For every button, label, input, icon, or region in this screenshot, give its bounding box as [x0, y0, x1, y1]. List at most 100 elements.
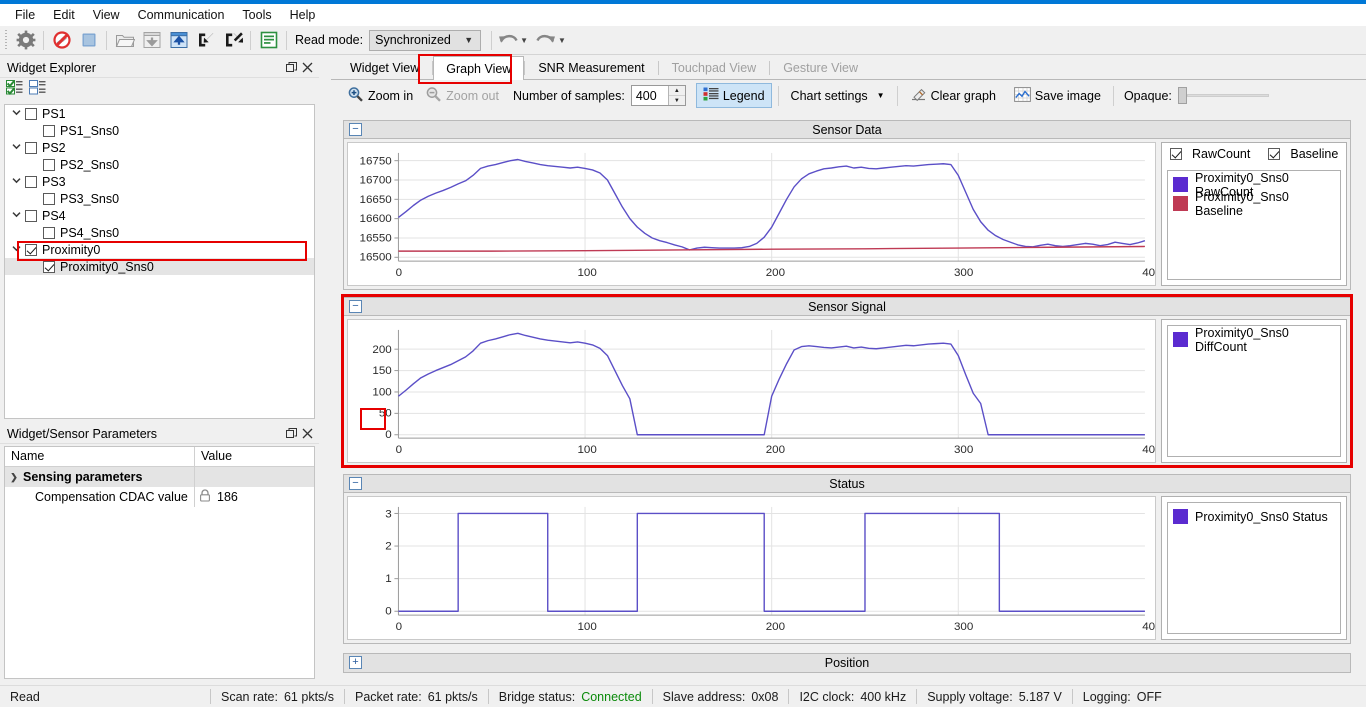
legend-toggle-button[interactable]: Legend — [695, 83, 772, 108]
toolbar-separator — [777, 85, 779, 106]
collapse-icon[interactable]: − — [349, 300, 362, 313]
legend-swatch — [1173, 509, 1188, 524]
svg-text:16600: 16600 — [360, 213, 392, 225]
opaque-slider-track[interactable] — [1186, 94, 1269, 97]
upload-from-device-icon[interactable] — [165, 28, 192, 53]
chevron-down-icon[interactable] — [7, 210, 25, 221]
stop-icon[interactable] — [75, 28, 102, 53]
legend-entry-label: Proximity0_Sns0 DiffCount — [1195, 325, 1289, 354]
number-of-samples-stepper[interactable]: ▲ ▼ — [630, 85, 686, 106]
checkbox-icon[interactable] — [25, 107, 37, 120]
sensor-data-body: 16500 16550 16600 16650 16700 16750 0 100 200 300… — [343, 139, 1351, 290]
tree-item-proximity0[interactable]: Proximity0 — [5, 241, 314, 258]
chevron-down-icon[interactable] — [7, 142, 25, 153]
menu-item-tools[interactable]: Tools — [233, 5, 280, 25]
status-logging: Logging: OFF — [1073, 687, 1172, 707]
parameters-group-row[interactable]: ❯ Sensing parameters — [5, 467, 314, 487]
undo-dropdown-arrow[interactable]: ▼ — [520, 36, 528, 45]
tree-item-ps1[interactable]: PS1 — [5, 105, 314, 122]
table-row[interactable]: Compensation CDAC value 186 — [5, 487, 314, 507]
status-value: 5.187 V — [1018, 689, 1062, 704]
status-plot[interactable]: 0 1 2 3 0 100 200 300 400 — [347, 496, 1156, 640]
parameter-name-label: Compensation CDAC value — [35, 490, 188, 504]
checkbox-icon[interactable] — [43, 192, 55, 205]
checkbox-icon[interactable] — [1268, 148, 1281, 160]
checkbox-icon[interactable] — [43, 260, 55, 273]
tree-item-ps4[interactable]: PS4 — [5, 207, 314, 224]
menu-item-help[interactable]: Help — [281, 5, 325, 25]
tab-snr-measurement[interactable]: SNR Measurement — [525, 56, 657, 79]
opaque-slider[interactable] — [1177, 87, 1269, 104]
disconnect-icon[interactable] — [48, 28, 75, 53]
configuration-gear-icon[interactable] — [12, 28, 39, 53]
tree-item-ps3[interactable]: PS3 — [5, 173, 314, 190]
tree-item-ps4_sns0[interactable]: PS4_Sns0 — [5, 224, 314, 241]
checkbox-icon[interactable] — [25, 175, 37, 188]
clear-graph-button[interactable]: Clear graph — [904, 84, 1002, 108]
check-all-icon[interactable] — [6, 80, 23, 98]
checkbox-icon[interactable] — [1170, 148, 1182, 160]
legend-swatch — [1173, 196, 1188, 211]
export-icon[interactable] — [219, 28, 246, 53]
tree-item-ps1_sns0[interactable]: PS1_Sns0 — [5, 122, 314, 139]
svg-text:16650: 16650 — [360, 194, 392, 206]
parameter-value-cell[interactable]: 186 — [195, 487, 314, 507]
chevron-down-icon[interactable] — [7, 108, 25, 119]
sensor-signal-plot[interactable]: 0 50 100 150 200 0 100 200 300 400 — [347, 319, 1156, 463]
status-scan-rate: Scan rate: 61 pkts/s — [211, 687, 344, 707]
import-icon[interactable] — [192, 28, 219, 53]
chevron-down-icon[interactable]: ▼ — [877, 91, 885, 100]
widget-tree[interactable]: PS1 PS1_Sns0 PS2 PS2_Sns0 PS3 PS3_Sns0 PS4 PS4_… — [4, 104, 315, 419]
menu-item-view[interactable]: View — [84, 5, 129, 25]
tab-widget-view[interactable]: Widget View — [337, 56, 432, 79]
tree-item-ps2[interactable]: PS2 — [5, 139, 314, 156]
chart-settings-button[interactable]: Chart settings ▼ — [785, 86, 891, 106]
redo-dropdown-arrow[interactable]: ▼ — [558, 36, 566, 45]
chevron-down-icon[interactable]: ❯ — [5, 472, 23, 483]
checkbox-icon[interactable] — [43, 158, 55, 171]
tree-item-proximity0_sns0[interactable]: Proximity0_Sns0 — [5, 258, 314, 275]
collapse-icon[interactable]: − — [349, 477, 362, 490]
close-icon[interactable] — [299, 426, 315, 442]
save-image-button[interactable]: Save image — [1008, 84, 1107, 108]
tree-item-label: Proximity0_Sns0 — [60, 259, 154, 274]
expand-icon[interactable]: + — [349, 656, 362, 669]
baseline-checkbox[interactable]: Baseline — [1268, 147, 1338, 161]
sensor-data-plot[interactable]: 16500 16550 16600 16650 16700 16750 0 100 200 300… — [347, 142, 1156, 286]
collapse-icon[interactable]: − — [349, 123, 362, 136]
spinner-down-icon[interactable]: ▼ — [669, 96, 685, 105]
checkbox-icon[interactable] — [43, 226, 55, 239]
undo-icon[interactable] — [496, 28, 520, 53]
float-panel-icon[interactable] — [283, 426, 299, 442]
spinner-up-icon[interactable]: ▲ — [668, 86, 685, 96]
chevron-down-icon[interactable] — [7, 244, 25, 255]
tab-graph-view[interactable]: Graph View — [433, 56, 525, 80]
spinner-buttons[interactable]: ▲ ▼ — [667, 86, 685, 105]
checkbox-icon[interactable] — [25, 209, 37, 222]
menu-item-edit[interactable]: Edit — [44, 5, 84, 25]
checkbox-icon[interactable] — [25, 243, 37, 256]
rawcount-checkbox[interactable]: RawCount — [1170, 147, 1250, 161]
zoom-in-button[interactable]: Zoom in — [341, 83, 419, 108]
tree-item-ps3_sns0[interactable]: PS3_Sns0 — [5, 190, 314, 207]
checkbox-icon[interactable] — [25, 141, 37, 154]
number-of-samples-input[interactable] — [631, 86, 668, 105]
menu-item-file[interactable]: File — [6, 5, 44, 25]
position-header[interactable]: + Position — [343, 653, 1351, 673]
tab-label: Gesture View — [783, 61, 859, 75]
chevron-down-icon[interactable] — [7, 176, 25, 187]
status-legend-entries: Proximity0_Sns0 Status — [1167, 502, 1341, 634]
toolbar-separator — [896, 85, 898, 106]
log-icon[interactable] — [255, 28, 282, 53]
uncheck-all-icon[interactable] — [29, 80, 46, 98]
redo-icon[interactable] — [534, 28, 558, 53]
read-mode-select[interactable]: Synchronized ▼ — [369, 29, 482, 51]
toolbar-grip[interactable] — [3, 30, 10, 50]
checkbox-icon[interactable] — [43, 124, 55, 137]
tree-item-ps2_sns0[interactable]: PS2_Sns0 — [5, 156, 314, 173]
menu-item-communication[interactable]: Communication — [129, 5, 234, 25]
close-icon[interactable] — [299, 60, 315, 76]
float-panel-icon[interactable] — [283, 60, 299, 76]
opaque-slider-thumb[interactable] — [1177, 87, 1187, 104]
status-body: 0 1 2 3 0 100 200 300 400 Proximity0_Sns0 Status — [343, 493, 1351, 644]
